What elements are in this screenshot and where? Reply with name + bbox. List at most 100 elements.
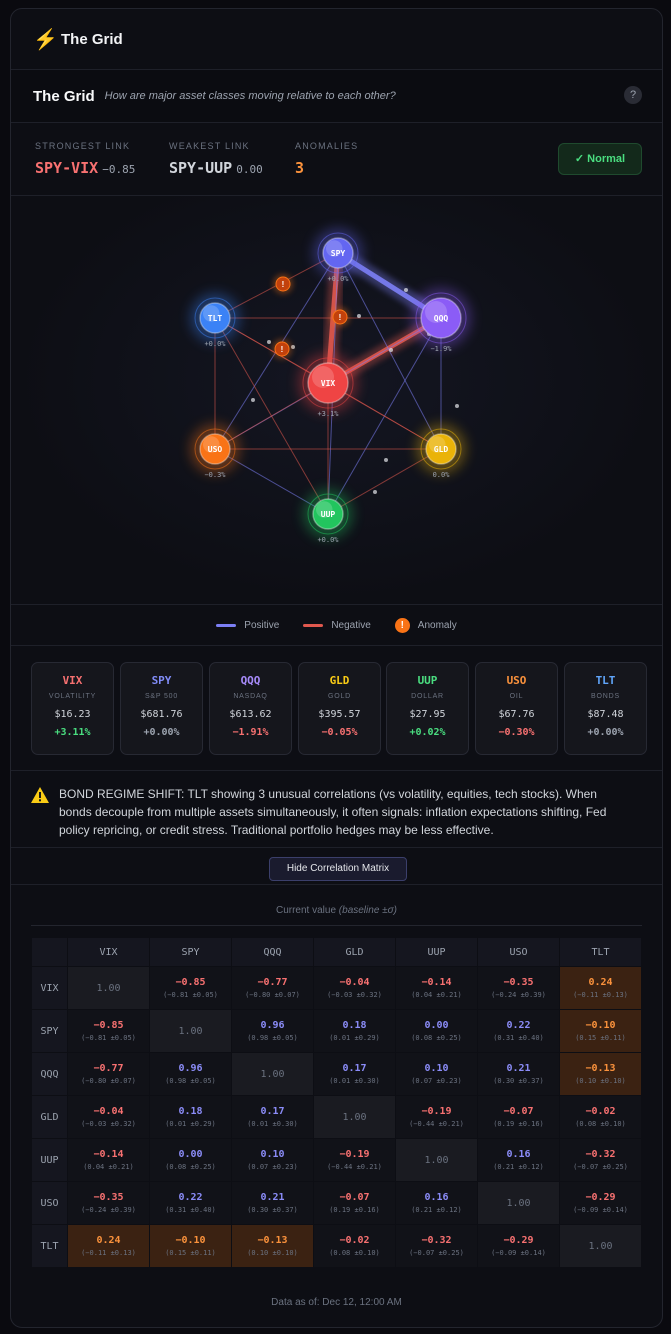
node-change: +0.0% (317, 536, 339, 544)
matrix-cell[interactable]: −0.77 (−0.80 ±0.07) (67, 1052, 150, 1096)
anomaly-mark: ! (281, 345, 284, 354)
matrix-cell[interactable]: −0.29 (−0.09 ±0.14) (559, 1181, 642, 1225)
node-uso[interactable]: USO −0.3% (190, 424, 240, 479)
matrix-cell[interactable]: 0.96 (0.98 ±0.05) (231, 1009, 314, 1053)
matrix-cell[interactable]: −0.35 (−0.24 ±0.39) (67, 1181, 150, 1225)
matrix-cell[interactable]: 0.22 (0.31 ±0.40) (149, 1181, 232, 1225)
matrix-cell[interactable]: 0.10 (0.07 ±0.23) (231, 1138, 314, 1182)
baseline-value: (−0.07 ±0.25) (573, 1162, 628, 1171)
matrix-cell[interactable]: −0.77 (−0.80 ±0.07) (231, 966, 314, 1010)
baseline-value: (0.07 ±0.23) (247, 1162, 298, 1171)
matrix-cell[interactable]: −0.19 (−0.44 ±0.21) (313, 1138, 396, 1182)
matrix-cell[interactable]: −0.19 (−0.44 ±0.21) (395, 1095, 478, 1139)
matrix-cell[interactable]: 0.17 (0.01 ±0.30) (231, 1095, 314, 1139)
matrix-cell[interactable]: 0.18 (0.01 ±0.29) (313, 1009, 396, 1053)
matrix-cell[interactable]: 0.16 (0.21 ±0.12) (395, 1181, 478, 1225)
matrix-cell[interactable]: 1.00 (477, 1181, 560, 1225)
lightning-bolt-icon: ⚡ (33, 28, 58, 51)
node-label: TLT (208, 314, 223, 323)
matrix-cell[interactable]: −0.32 (−0.07 ±0.25) (559, 1138, 642, 1182)
asset-card-vix[interactable]: VIX VOLATILITY $16.23 +3.11% (31, 662, 114, 755)
asset-name: DOLLAR (411, 693, 444, 700)
correlation-network-svg[interactable]: !!! SPY +0.0% QQQ −1.9% TLT +0.0% VIX +3.1% USO −0… (11, 196, 662, 604)
node-label: UUP (321, 510, 336, 519)
matrix-cell[interactable]: −0.35 (−0.24 ±0.39) (477, 966, 560, 1010)
correlation-value: 0.21 (506, 1062, 531, 1074)
correlation-graph[interactable]: !!! SPY +0.0% QQQ −1.9% TLT +0.0% VIX +3.1% USO −0… (11, 196, 662, 605)
asset-card-uup[interactable]: UUP DOLLAR $27.95 +0.02% (386, 662, 469, 755)
matrix-cell[interactable]: 0.00 (0.08 ±0.25) (395, 1009, 478, 1053)
asset-card-qqq[interactable]: QQQ NASDAQ $613.62 −1.91% (209, 662, 292, 755)
matrix-cell[interactable]: 0.17 (0.01 ±0.30) (313, 1052, 396, 1096)
hide-correlation-matrix-button[interactable]: Hide Correlation Matrix (269, 857, 407, 881)
matrix-cell[interactable]: 1.00 (559, 1224, 642, 1268)
baseline-value: (0.08 ±0.25) (165, 1162, 216, 1171)
matrix-cell[interactable]: −0.07 (0.19 ±0.16) (477, 1095, 560, 1139)
asset-change: +3.11% (54, 727, 91, 738)
matrix-cell[interactable]: −0.04 (−0.03 ±0.32) (313, 966, 396, 1010)
matrix-cell[interactable]: −0.07 (0.19 ±0.16) (313, 1181, 396, 1225)
matrix-cell[interactable]: 0.22 (0.31 ±0.40) (477, 1009, 560, 1053)
stats-bar: STRONGEST LINK SPY-VIX −0.85 WEAKEST LINK… (11, 123, 662, 196)
matrix-cell[interactable]: 0.24 (−0.11 ±0.13) (559, 966, 642, 1010)
node-vix[interactable]: VIX +3.1% (298, 353, 358, 418)
anomaly-mark: ! (339, 313, 342, 322)
matrix-cell[interactable]: −0.13 (0.10 ±0.10) (231, 1224, 314, 1268)
baseline-value: (0.08 ±0.10) (329, 1248, 380, 1257)
correlation-matrix-section: Current value (baseline ±σ) VIX SPY QQQ GLD… (11, 884, 662, 1327)
correlation-value: −0.10 (585, 1019, 616, 1031)
matrix-cell[interactable]: −0.02 (0.08 ±0.10) (313, 1224, 396, 1268)
asset-card-gld[interactable]: GLD GOLD $395.57 −0.05% (298, 662, 381, 755)
matrix-cell[interactable]: −0.04 (−0.03 ±0.32) (67, 1095, 150, 1139)
matrix-cell[interactable]: 0.10 (0.07 ±0.23) (395, 1052, 478, 1096)
asset-card-spy[interactable]: SPY S&P 500 $681.76 +0.00% (120, 662, 203, 755)
correlation-value: 0.18 (178, 1105, 203, 1117)
matrix-cell[interactable]: −0.02 (0.08 ±0.10) (559, 1095, 642, 1139)
matrix-col-header: SPY (149, 937, 232, 967)
asset-symbol: SPY (151, 674, 172, 687)
asset-change: +0.02% (409, 727, 446, 738)
matrix-cell[interactable]: 0.96 (0.98 ±0.05) (149, 1052, 232, 1096)
baseline-value: (−0.03 ±0.32) (327, 990, 382, 999)
matrix-row: QQQ −0.77 (−0.80 ±0.07) 0.96 (0.98 ±0.05) 1.0… (31, 1052, 642, 1096)
node-label: SPY (331, 249, 346, 258)
matrix-cell[interactable]: 0.21 (0.30 ±0.37) (231, 1181, 314, 1225)
matrix-cell[interactable]: 0.21 (0.30 ±0.37) (477, 1052, 560, 1096)
asset-card-tlt[interactable]: TLT BONDS $87.48 +0.00% (564, 662, 647, 755)
matrix-cell[interactable]: −0.10 (0.15 ±0.11) (559, 1009, 642, 1053)
matrix-col-header: UUP (395, 937, 478, 967)
help-icon[interactable]: ? (624, 86, 642, 104)
matrix-cell[interactable]: 1.00 (313, 1095, 396, 1139)
matrix-cell[interactable]: −0.13 (0.10 ±0.10) (559, 1052, 642, 1096)
matrix-cell[interactable]: −0.85 (−0.81 ±0.05) (67, 1009, 150, 1053)
node-spy[interactable]: SPY +0.0% (313, 228, 363, 283)
matrix-cell[interactable]: 1.00 (395, 1138, 478, 1182)
node-qqq[interactable]: QQQ −1.9% (411, 288, 471, 353)
matrix-cell[interactable]: 0.18 (0.01 ±0.29) (149, 1095, 232, 1139)
matrix-cell[interactable]: −0.14 (0.04 ±0.21) (395, 966, 478, 1010)
flow-dot (267, 340, 271, 344)
node-tlt[interactable]: TLT +0.0% (190, 293, 240, 348)
node-change: 0.0% (433, 471, 451, 479)
baseline-value: (0.04 ±0.21) (83, 1162, 134, 1171)
graph-legend: Positive Negative ! Anomaly (11, 605, 662, 646)
matrix-row-header: USO (31, 1181, 68, 1225)
baseline-value: (−0.09 ±0.14) (491, 1248, 546, 1257)
node-gld[interactable]: GLD 0.0% (416, 424, 466, 479)
matrix-cell[interactable]: 0.24 (−0.11 ±0.13) (67, 1224, 150, 1268)
matrix-cell[interactable]: 1.00 (67, 966, 150, 1010)
flow-dot (251, 398, 255, 402)
matrix-cell[interactable]: −0.14 (0.04 ±0.21) (67, 1138, 150, 1182)
matrix-cell[interactable]: −0.29 (−0.09 ±0.14) (477, 1224, 560, 1268)
matrix-cell[interactable]: 0.16 (0.21 ±0.12) (477, 1138, 560, 1182)
matrix-cell[interactable]: 1.00 (149, 1009, 232, 1053)
matrix-cell[interactable]: 0.00 (0.08 ±0.25) (149, 1138, 232, 1182)
asset-name: GOLD (327, 693, 352, 700)
node-uup[interactable]: UUP +0.0% (303, 489, 353, 544)
matrix-cell[interactable]: 1.00 (231, 1052, 314, 1096)
matrix-cell[interactable]: −0.10 (0.15 ±0.11) (149, 1224, 232, 1268)
asset-card-uso[interactable]: USO OIL $67.76 −0.30% (475, 662, 558, 755)
node-label: USO (208, 445, 223, 454)
matrix-cell[interactable]: −0.32 (−0.07 ±0.25) (395, 1224, 478, 1268)
matrix-cell[interactable]: −0.85 (−0.81 ±0.05) (149, 966, 232, 1010)
